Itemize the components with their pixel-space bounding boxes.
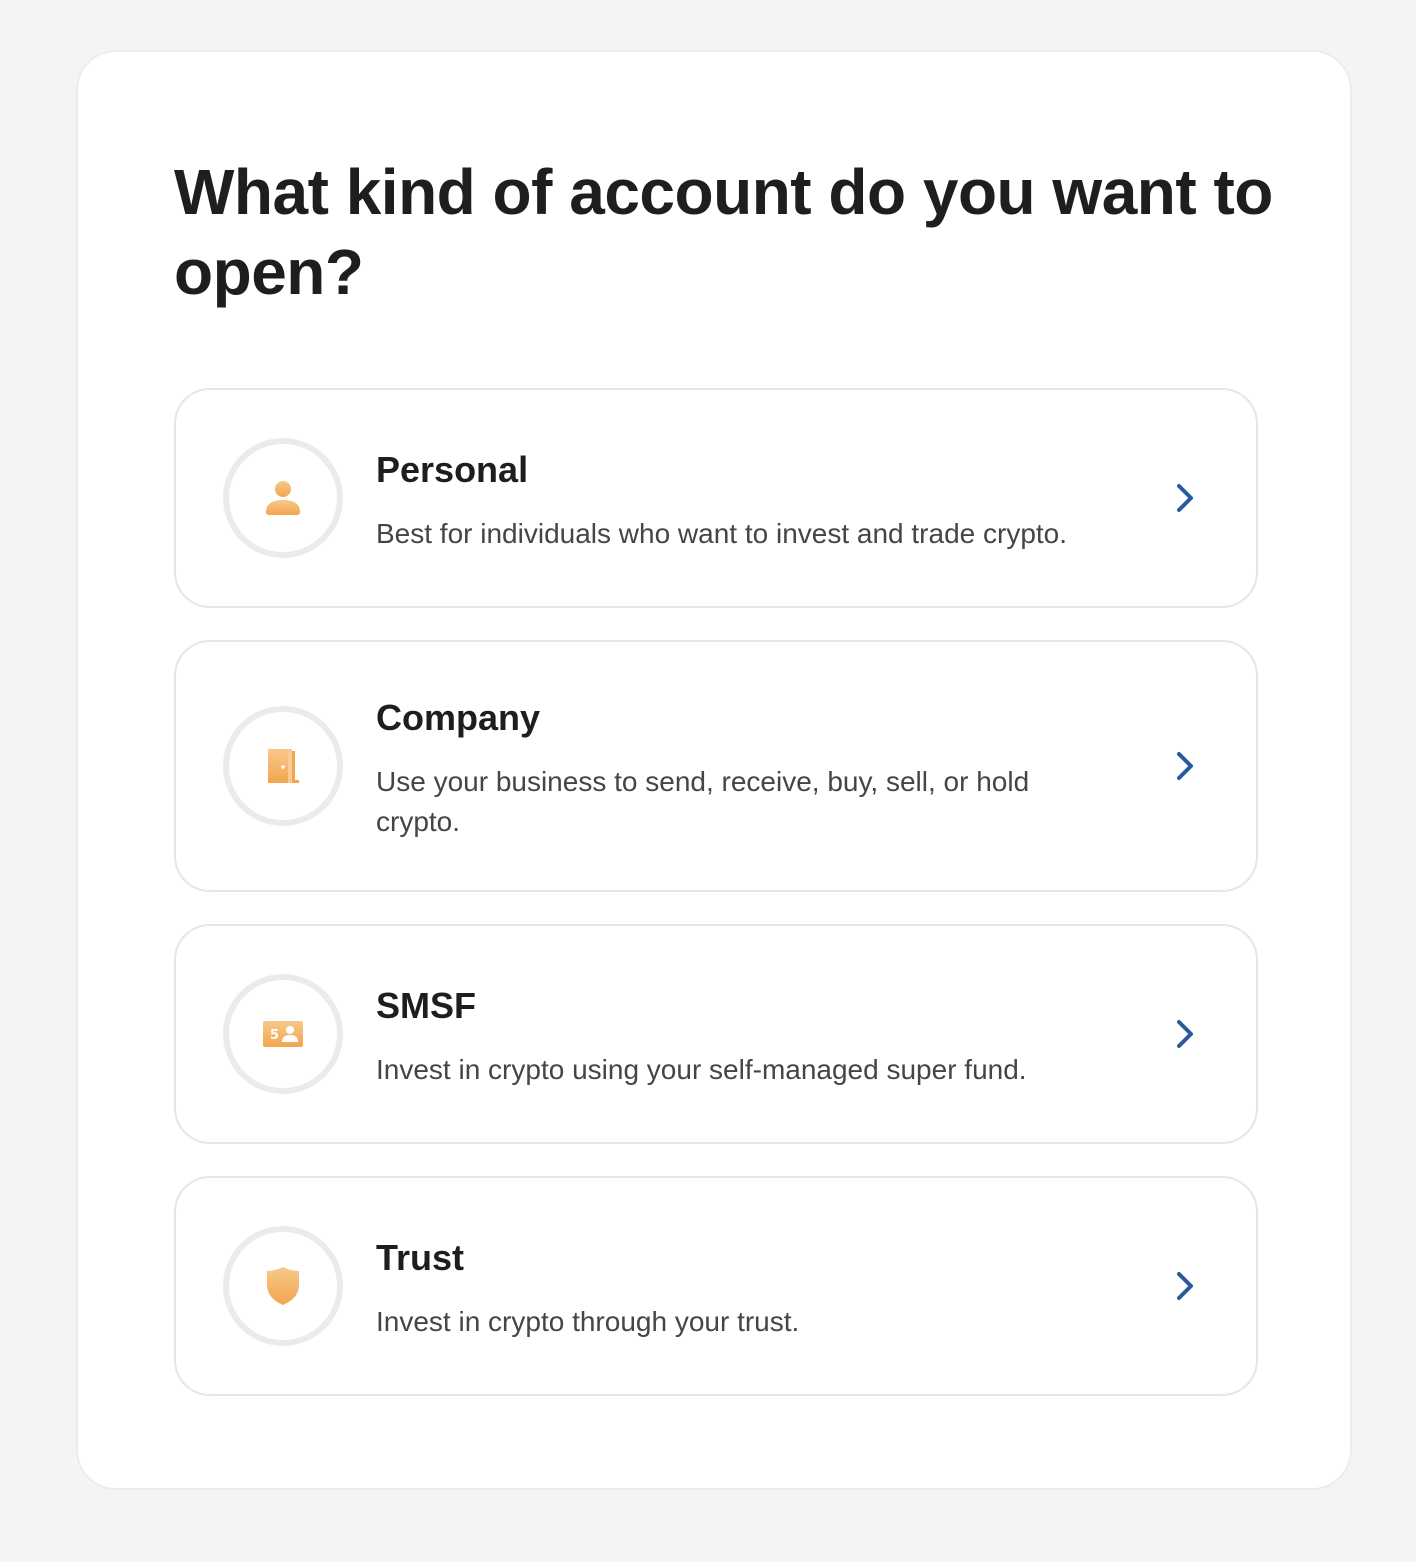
person-icon [266,481,300,515]
option-title: SMSF [376,985,477,1026]
option-trust[interactable]: Trust Invest in crypto through your trus… [174,1176,1258,1396]
option-company[interactable]: Company Use your business to send, recei… [174,640,1258,892]
personal-icon-ring [223,438,343,558]
option-description: Use your business to send, receive, buy,… [376,766,1030,837]
chevron-right-icon[interactable] [1170,1266,1200,1306]
shield-icon [267,1267,299,1305]
id-card-icon: 5 [263,1021,303,1047]
company-icon-ring [223,706,343,826]
option-title: Personal [376,449,529,490]
option-title: Company [376,697,541,738]
trust-icon-ring [223,1226,343,1346]
option-description: Invest in crypto using your self-managed… [376,1054,1027,1085]
account-type-panel: What kind of account do you want to open… [76,50,1352,1490]
chevron-right-icon[interactable] [1170,746,1200,786]
smsf-icon-ring: 5 [223,974,343,1094]
option-description: Best for individuals who want to invest … [376,518,1068,549]
option-personal[interactable]: Personal Best for individuals who want t… [174,388,1258,608]
chevron-right-icon[interactable] [1170,478,1200,518]
option-smsf[interactable]: 5 SMSF Invest in crypto using your self-… [174,924,1258,1144]
page-title: What kind of account do you want to open… [174,156,1273,308]
chevron-right-icon[interactable] [1170,1014,1200,1054]
option-description: Invest in crypto through your trust. [376,1306,800,1337]
option-title: Trust [376,1237,465,1278]
id-card-number: 5 [270,1028,279,1043]
door-icon [268,749,299,783]
